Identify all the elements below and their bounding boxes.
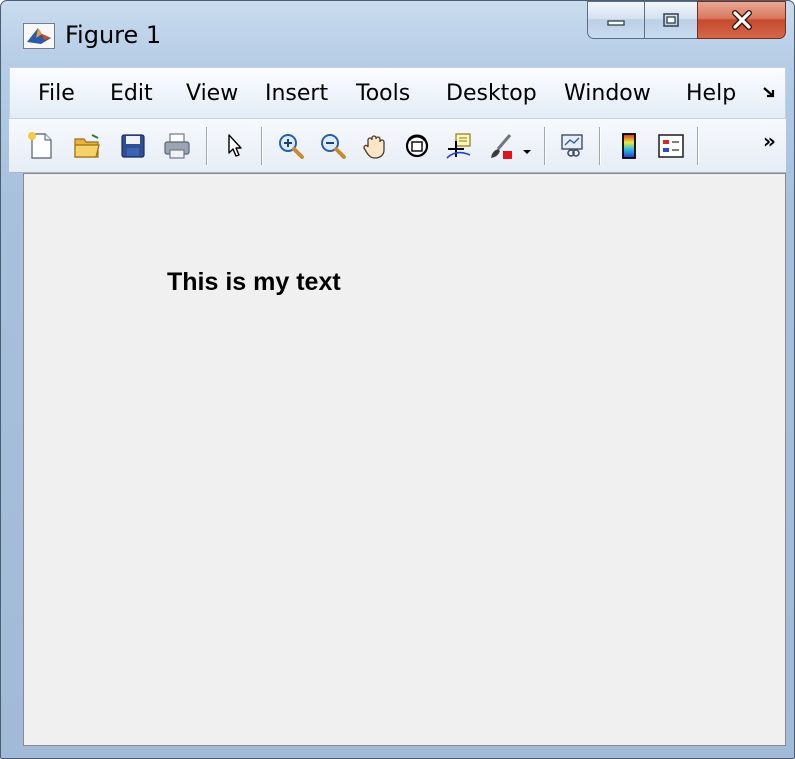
matlab-logo-icon [23,23,55,49]
pan-button[interactable] [357,128,393,164]
brush-dropdown-icon[interactable] [522,143,532,161]
toolbar-separator [697,127,699,165]
figure-toolbar: » [9,119,786,173]
rotate-3d-icon [405,134,429,158]
toolbar-separator [544,127,546,165]
minimize-button[interactable] [587,1,645,39]
pan-hand-icon [363,135,385,159]
menu-window[interactable]: Window [564,81,651,106]
data-cursor-button[interactable] [441,128,477,164]
new-figure-icon [28,132,52,159]
maximize-icon [663,13,679,27]
menu-file[interactable]: File [38,81,75,106]
menu-insert[interactable]: Insert [265,81,328,106]
new-figure-button[interactable] [23,128,59,164]
figure-text-annotation[interactable]: This is my text [167,268,341,297]
close-icon [731,10,752,30]
figure-window: Figure 1 File Edit View Insert Tools Des… [0,0,795,759]
legend-icon [658,134,684,158]
colorbar-button[interactable] [611,128,647,164]
brush-button[interactable] [483,128,519,164]
zoom-in-icon [279,134,304,159]
close-button[interactable] [697,1,786,39]
rotate-3d-button[interactable] [399,128,435,164]
window-title: Figure 1 [65,21,162,49]
menu-view[interactable]: View [186,81,238,106]
toolbar-separator [206,127,208,165]
data-cursor-icon [446,133,471,159]
menu-help[interactable]: Help [686,81,736,106]
menu-desktop[interactable]: Desktop [446,81,537,106]
link-plot-button[interactable] [555,128,591,164]
menu-edit[interactable]: Edit [110,81,153,106]
menu-tools[interactable]: Tools [356,81,410,106]
figure-canvas[interactable]: This is my text [23,173,786,746]
open-file-button[interactable] [69,128,105,164]
legend-button[interactable] [653,128,689,164]
maximize-button[interactable] [644,1,698,39]
toolbar-separator [261,127,263,165]
save-figure-icon [121,134,145,158]
menu-bar: File Edit View Insert Tools Desktop Wind… [9,67,786,119]
edit-plot-button[interactable] [217,128,253,164]
colorbar-icon [622,133,636,159]
toolbar-overflow-button[interactable]: » [763,129,776,153]
edit-plot-arrow-icon [228,134,242,157]
title-bar[interactable]: Figure 1 [1,1,794,63]
print-figure-icon [164,133,190,159]
toolbar-separator [599,127,601,165]
zoom-out-button[interactable] [315,128,351,164]
zoom-in-button[interactable] [273,128,309,164]
print-figure-button[interactable] [159,128,195,164]
open-file-icon [74,134,100,158]
brush-icon [491,134,512,159]
link-plot-icon [561,134,583,157]
save-figure-button[interactable] [115,128,151,164]
zoom-out-icon [321,134,346,159]
undock-arrow-icon[interactable] [762,82,776,107]
minimize-icon [607,20,625,26]
